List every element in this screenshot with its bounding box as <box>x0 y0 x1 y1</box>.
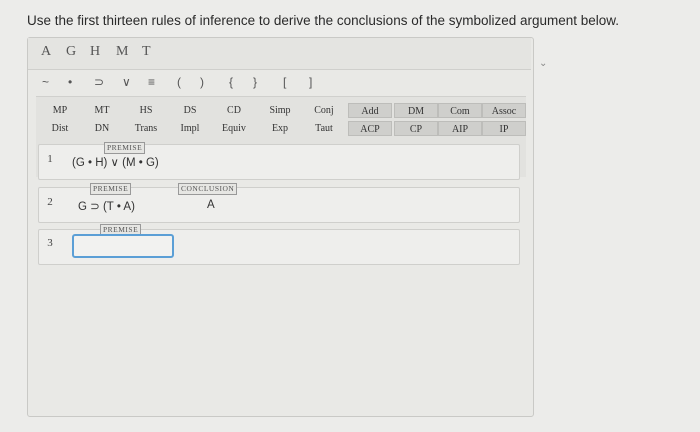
rule-button-exp[interactable]: Exp <box>258 121 302 136</box>
rule-button-aip[interactable]: AIP <box>438 121 482 136</box>
rule-button-equiv[interactable]: Equiv <box>212 121 256 136</box>
rule-button-com[interactable]: Com <box>438 103 482 118</box>
premise-tag-2: PREMISE <box>90 183 132 195</box>
premise-formula-2: G ⊃ (T • A) <box>78 201 135 213</box>
symbol-toolbar: ~ • ⊃ ∨ ≡ ( ) { } [ ] <box>28 70 531 96</box>
line-number-2: 2 <box>47 196 53 208</box>
premise-formula-1: (G • H) ∨ (M • G) <box>72 157 159 169</box>
horseshoe-symbol-button[interactable]: ⊃ <box>94 75 104 89</box>
letter-toolbar: A G H M T <box>28 38 531 70</box>
rule-button-simp[interactable]: Simp <box>258 103 302 118</box>
letter-button-t[interactable]: T <box>142 44 151 60</box>
letter-button-g[interactable]: G <box>66 44 76 60</box>
close-bracket-button[interactable]: ] <box>309 75 312 89</box>
conclusion-tag: CONCLUSION <box>178 183 238 195</box>
rule-button-add[interactable]: Add <box>348 103 392 118</box>
instructions-text: Use the first thirteen rules of inferenc… <box>27 13 620 28</box>
rule-button-dm[interactable]: DM <box>394 103 438 118</box>
rule-button-dn[interactable]: DN <box>80 121 124 136</box>
open-bracket-button[interactable]: [ <box>283 75 286 89</box>
rule-button-ip[interactable]: IP <box>482 121 526 136</box>
rule-button-trans[interactable]: Trans <box>124 121 168 136</box>
rule-button-dist[interactable]: Dist <box>38 121 82 136</box>
rule-button-mp[interactable]: MP <box>38 103 82 118</box>
triple-bar-symbol-button[interactable]: ≡ <box>148 75 155 89</box>
rule-button-acp[interactable]: ACP <box>348 121 392 136</box>
premise-tag-1: PREMISE <box>104 142 146 154</box>
rule-button-mt[interactable]: MT <box>80 103 124 118</box>
conclusion-formula: A <box>207 199 215 211</box>
rule-button-ds[interactable]: DS <box>168 103 212 118</box>
close-brace-button[interactable]: } <box>253 75 257 89</box>
formula-input[interactable] <box>72 234 174 258</box>
scroll-caret-icon: ⌄ <box>539 58 548 69</box>
rule-button-cd[interactable]: CD <box>212 103 256 118</box>
line-number-1: 1 <box>47 153 53 165</box>
open-brace-button[interactable]: { <box>229 75 233 89</box>
dot-symbol-button[interactable]: • <box>68 75 72 89</box>
letter-button-h[interactable]: H <box>90 44 100 60</box>
rule-button-cp[interactable]: CP <box>394 121 438 136</box>
rule-button-hs[interactable]: HS <box>124 103 168 118</box>
letter-button-m[interactable]: M <box>116 44 128 60</box>
rule-button-conj[interactable]: Conj <box>302 103 346 118</box>
close-paren-button[interactable]: ) <box>200 75 204 89</box>
open-paren-button[interactable]: ( <box>177 75 181 89</box>
rule-button-taut[interactable]: Taut <box>302 121 346 136</box>
rule-button-assoc[interactable]: Assoc <box>482 103 526 118</box>
rule-button-impl[interactable]: Impl <box>168 121 212 136</box>
wedge-symbol-button[interactable]: ∨ <box>122 75 131 89</box>
letter-button-a[interactable]: A <box>41 44 51 60</box>
tilde-symbol-button[interactable]: ~ <box>42 75 49 89</box>
line-number-3: 3 <box>47 237 53 249</box>
